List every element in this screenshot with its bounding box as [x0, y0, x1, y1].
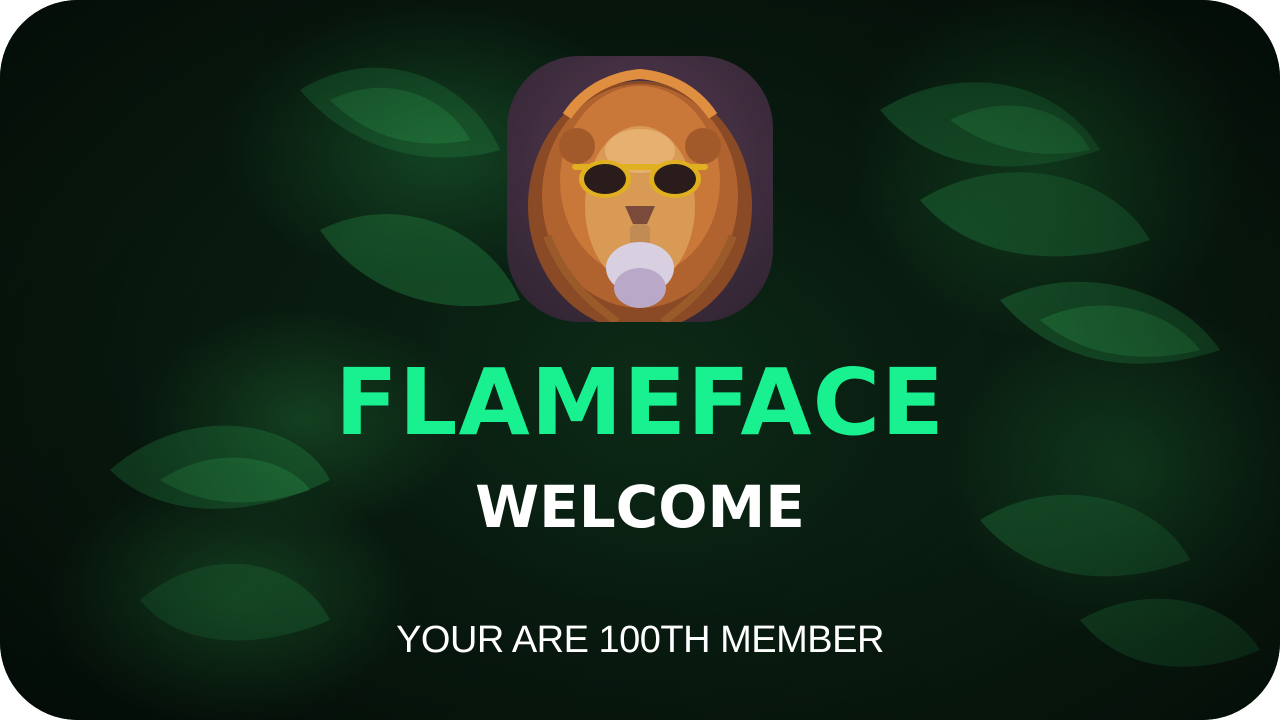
- welcome-card: FLAMEFACE WELCOME YOUR ARE 100TH MEMBER: [0, 0, 1280, 720]
- brand-title: FLAMEFACE: [335, 349, 945, 456]
- welcome-heading: WELCOME: [475, 473, 805, 541]
- lion-avatar-icon: [507, 56, 773, 322]
- member-count-text: YOUR ARE 100TH MEMBER: [396, 619, 884, 661]
